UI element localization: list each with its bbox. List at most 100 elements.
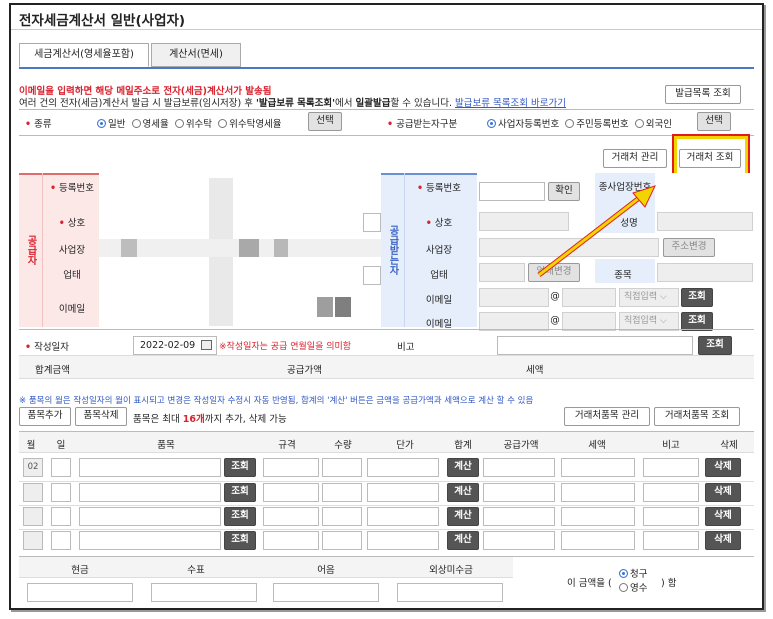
receiver-ceo-input[interactable] (657, 212, 753, 231)
row-qty-input[interactable] (322, 531, 362, 550)
claim-radio-bill[interactable] (619, 569, 628, 578)
payment-check-label: 수표 (187, 565, 205, 576)
supplier-name-input[interactable] (363, 213, 381, 232)
row-qty-input[interactable] (322, 483, 362, 502)
row-calc-button[interactable]: 계산 (447, 531, 479, 550)
kind-radio-general[interactable] (97, 119, 106, 128)
receiver-email1-domain-input[interactable] (562, 288, 616, 307)
partner-lookup-button[interactable]: 거래처 조회 (679, 149, 741, 168)
row-spec-input[interactable] (263, 531, 319, 550)
memo-input[interactable] (497, 336, 693, 355)
receiver-select-button[interactable]: 선택 (697, 112, 731, 131)
supplier-reg-text: 등록번호 (59, 183, 95, 194)
row-supply-input[interactable] (483, 531, 555, 550)
receiver-radio-bizno[interactable] (487, 119, 496, 128)
row-item-lookup-button[interactable]: 조회 (224, 507, 256, 526)
partner-item-lookup-button[interactable]: 거래처품목 조회 (654, 407, 740, 426)
required-dot: • (58, 218, 65, 229)
row-qty-input[interactable] (322, 458, 362, 477)
receiver-email1-id-input[interactable] (479, 288, 549, 307)
row-unit-price-input[interactable] (367, 483, 439, 502)
row-memo-input[interactable] (643, 531, 699, 550)
item-delete-button[interactable]: 품목삭제 (75, 407, 127, 426)
row-memo-input[interactable] (643, 507, 699, 526)
kind-radio-consign-zero[interactable] (218, 119, 228, 128)
address-change-button[interactable]: 주소변경 (663, 238, 715, 257)
row-supply-input[interactable] (483, 483, 555, 502)
row-unit-price-input[interactable] (367, 531, 439, 550)
redacted-area (239, 239, 259, 257)
row-tax-input[interactable] (561, 531, 635, 550)
receiver-radio-foreign[interactable] (634, 119, 644, 128)
date-label: 작성일자 (34, 342, 70, 353)
hold-list-link[interactable]: 발급보류 목록조회 바로가기 (455, 98, 566, 109)
col-memo: 비고 (662, 440, 680, 451)
row-delete-button[interactable]: 삭제 (705, 483, 741, 502)
payment-credit-input[interactable] (397, 583, 503, 602)
payment-cash-label: 현금 (71, 565, 89, 576)
row-tax-input[interactable] (561, 507, 635, 526)
redacted-area (121, 239, 137, 257)
tab-tax-invoice[interactable]: 세금계산서(영세율포함) (19, 43, 149, 67)
row-spec-input[interactable] (263, 483, 319, 502)
row-memo-input[interactable] (643, 458, 699, 477)
row-item-lookup-button[interactable]: 조회 (224, 483, 256, 502)
row-calc-button[interactable]: 계산 (447, 458, 479, 477)
col-month: 월 (26, 440, 36, 451)
receiver-item-input[interactable] (657, 263, 753, 282)
calendar-icon[interactable] (201, 340, 212, 350)
row-spec-input[interactable] (263, 507, 319, 526)
row-item-input[interactable] (79, 483, 221, 502)
row-qty-input[interactable] (322, 507, 362, 526)
row-divider (19, 481, 754, 482)
row-item-input[interactable] (79, 531, 221, 550)
item-add-button[interactable]: 품목추가 (19, 407, 71, 426)
row-supply-input[interactable] (483, 458, 555, 477)
row-month (23, 507, 43, 526)
tab-invoice-exempt[interactable]: 계산서(면세) (151, 43, 241, 67)
row-day-input[interactable] (51, 483, 71, 502)
row-calc-button[interactable]: 계산 (447, 483, 479, 502)
claim-suffix: ) 함 (661, 578, 677, 589)
issue-list-button[interactable]: 발급목록 조회 (665, 85, 741, 104)
row-supply-input[interactable] (483, 507, 555, 526)
row-calc-button[interactable]: 계산 (447, 507, 479, 526)
partner-item-manage-button[interactable]: 거래처품목 관리 (564, 407, 650, 426)
receiver-type-radio-group: 사업자등록번호 주민등록번호 외국인 (487, 116, 672, 130)
kind-select-button[interactable]: 선택 (308, 112, 342, 131)
partner-manage-button[interactable]: 거래처 관리 (603, 149, 667, 168)
divider (11, 29, 762, 30)
row-memo-input[interactable] (643, 483, 699, 502)
supplier-business-input[interactable] (363, 266, 381, 285)
kind-radio-zero-rate[interactable] (131, 119, 141, 128)
row-spec-input[interactable] (263, 458, 319, 477)
row-tax-input[interactable] (561, 483, 635, 502)
receiver-name-text: 상호 (434, 218, 453, 229)
payment-note-input[interactable] (273, 583, 379, 602)
kind-option-label: 위수탁 (185, 119, 213, 130)
receiver-radio-resident[interactable] (565, 119, 575, 128)
receiver-email1-domain-select[interactable]: 직접입력 ⌵ (619, 288, 679, 307)
row-delete-button[interactable]: 삭제 (705, 507, 741, 526)
receiver-type-label: 공급받는자구분 (396, 119, 458, 130)
row-item-lookup-button[interactable]: 조회 (224, 531, 256, 550)
payment-check-input[interactable] (151, 583, 257, 602)
payment-cash-input[interactable] (27, 583, 133, 602)
supplier-values (99, 173, 381, 327)
claim-radio-receipt[interactable] (619, 583, 628, 592)
row-tax-input[interactable] (561, 458, 635, 477)
memo-lookup-button[interactable]: 조회 (698, 336, 732, 355)
kind-radio-consign[interactable] (174, 119, 184, 128)
row-delete-button[interactable]: 삭제 (705, 458, 741, 477)
row-day-input[interactable] (51, 458, 71, 477)
email1-lookup-button[interactable]: 조회 (681, 288, 713, 307)
row-delete-button[interactable]: 삭제 (705, 531, 741, 550)
row-item-input[interactable] (79, 507, 221, 526)
row-unit-price-input[interactable] (367, 507, 439, 526)
row-item-lookup-button[interactable]: 조회 (224, 458, 256, 477)
row-unit-price-input[interactable] (367, 458, 439, 477)
row-day-input[interactable] (51, 531, 71, 550)
row-item-input[interactable] (79, 458, 221, 477)
receiver-business-input[interactable] (479, 263, 525, 282)
row-day-input[interactable] (51, 507, 71, 526)
